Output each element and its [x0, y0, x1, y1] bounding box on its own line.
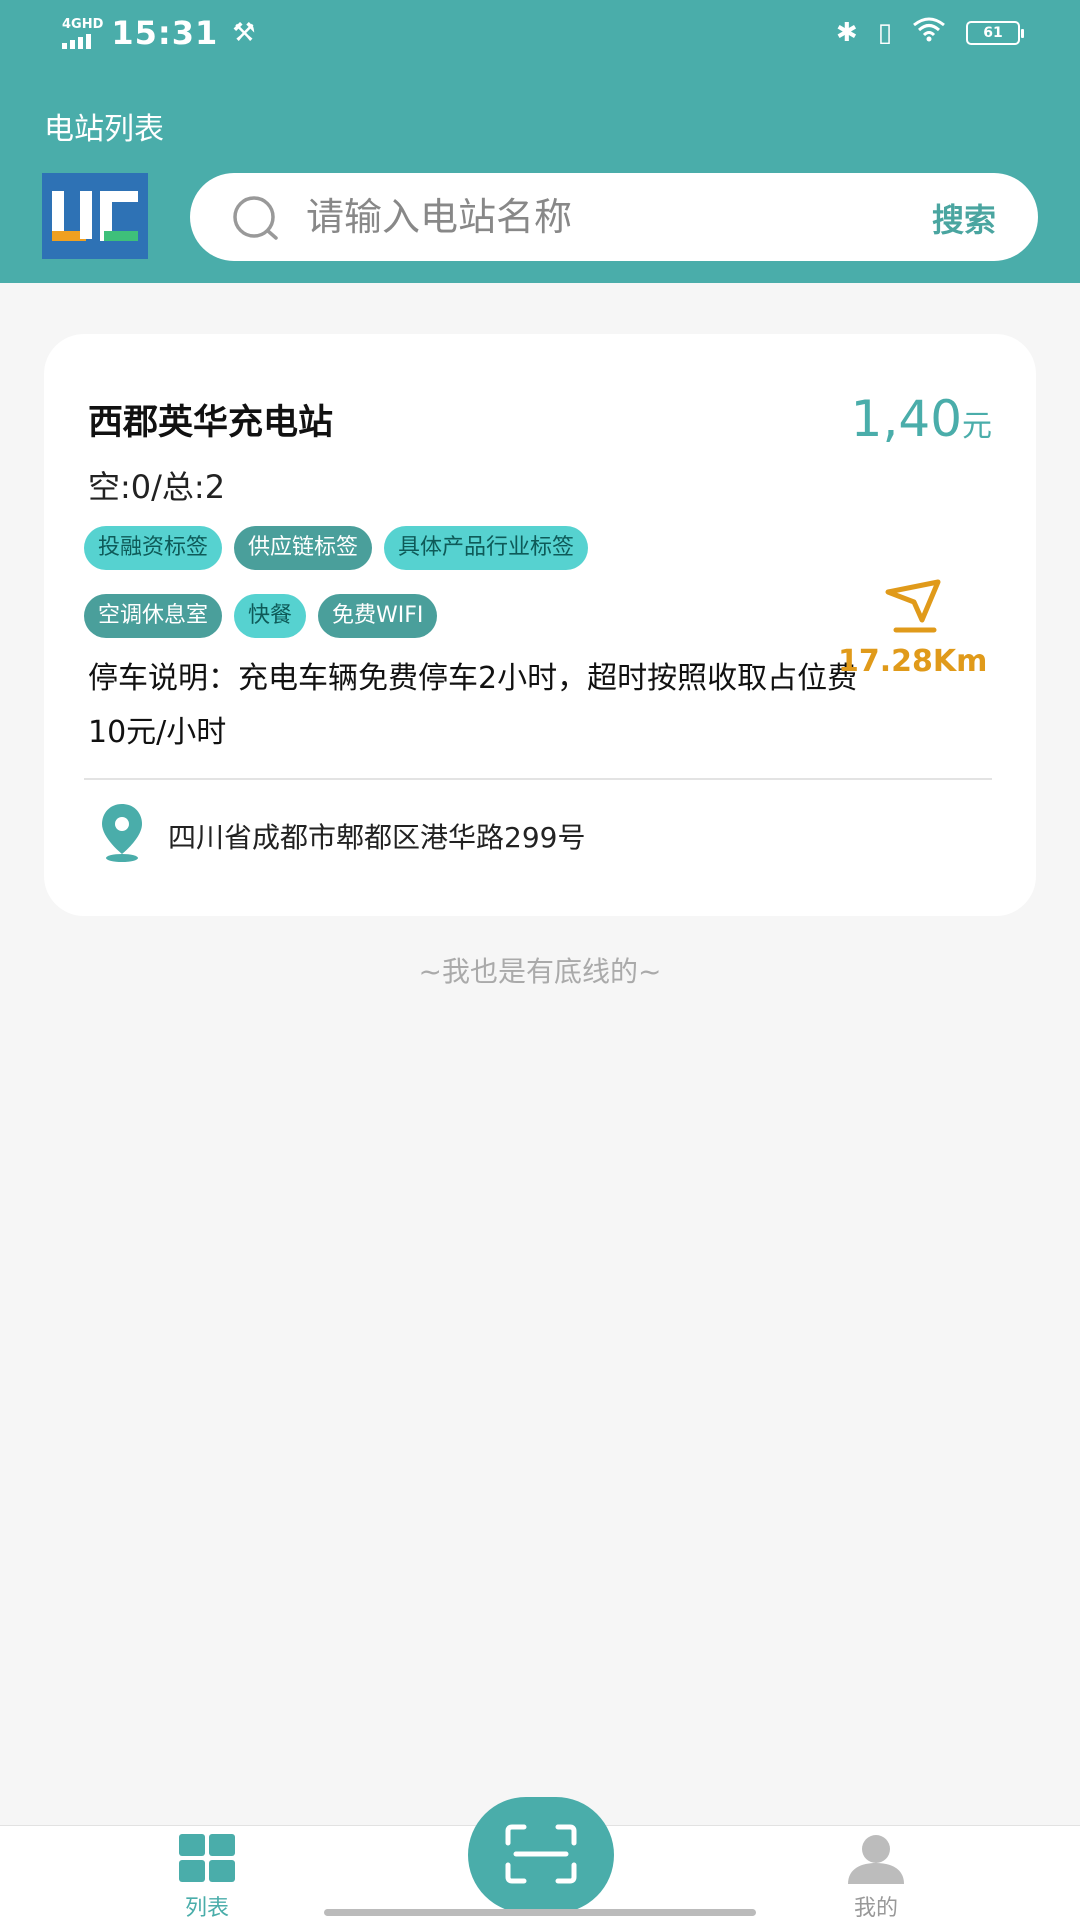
tag: 快餐 [234, 594, 307, 638]
location-pin-icon [96, 800, 148, 868]
tab-mine-label: 我的 [853, 1896, 898, 1920]
status-time: 15:31 [111, 14, 219, 52]
wifi-icon [912, 16, 946, 49]
network-indicator: 4GHD [62, 16, 104, 49]
app-logo [42, 173, 148, 259]
station-address: 四川省成都市郫都区港华路299号 [168, 821, 586, 854]
list-end-text: ~我也是有底线的~ [418, 955, 662, 988]
app-header: 4GHD 15:31 ⚒ ✱ ▯ 61 电站列表 请输入电站名称 搜索 [0, 0, 1080, 283]
tag-row: 投融资标签 供应链标签 具体产品行业标签 [84, 526, 589, 570]
grid-icon [177, 1834, 237, 1886]
signal-icon [62, 33, 91, 49]
search-icon [230, 195, 282, 245]
scan-icon [504, 1824, 578, 1888]
home-indicator [324, 1909, 756, 1916]
tag: 空调休息室 [84, 594, 223, 638]
tag: 投融资标签 [84, 526, 223, 570]
divider [84, 778, 992, 780]
tab-mine[interactable]: 我的 [816, 1826, 936, 1920]
tag: 免费WIFI [318, 594, 438, 638]
search-input[interactable] [306, 187, 866, 247]
station-name: 西郡英华充电站 [88, 403, 334, 443]
tag: 供应链标签 [234, 526, 373, 570]
search-bar: 搜索 [190, 173, 1038, 261]
tag: 具体产品行业标签 [384, 526, 589, 570]
battery-icon: 61 [966, 20, 1024, 45]
bluetooth-icon: ✱ [835, 17, 858, 48]
status-left: 4GHD 15:31 ⚒ [62, 14, 256, 52]
tools-icon: ⚒ [232, 18, 256, 48]
price-unit: 元 [962, 409, 992, 444]
vibrate-icon: ▯ [877, 17, 892, 48]
tag-row: 空调休息室 快餐 免费WIFI [84, 594, 438, 638]
station-card[interactable]: 西郡英华充电站 1,40元 空:0/总:2 投融资标签 供应链标签 具体产品行业… [44, 334, 1036, 916]
distance: 17.28Km [838, 644, 988, 679]
page-title: 电站列表 [44, 112, 164, 147]
navigate-icon[interactable] [882, 578, 946, 638]
parking-note: 停车说明：充电车辆免费停车2小时，超时按照收取占位费10元/小时 [88, 661, 858, 750]
status-bar: 4GHD 15:31 ⚒ ✱ ▯ 61 [0, 0, 1080, 70]
network-type: 4GHD [62, 16, 104, 32]
price-value: 1,40 [850, 390, 962, 448]
user-icon [844, 1834, 908, 1888]
search-button[interactable]: 搜索 [932, 195, 996, 241]
scan-button[interactable] [468, 1797, 614, 1913]
status-right: ✱ ▯ 61 [835, 16, 1024, 49]
availability-count: 空:0/总:2 [88, 468, 226, 506]
tab-list-label: 列表 [184, 1896, 229, 1920]
station-price: 1,40元 [851, 390, 992, 448]
tab-list[interactable]: 列表 [147, 1826, 267, 1920]
